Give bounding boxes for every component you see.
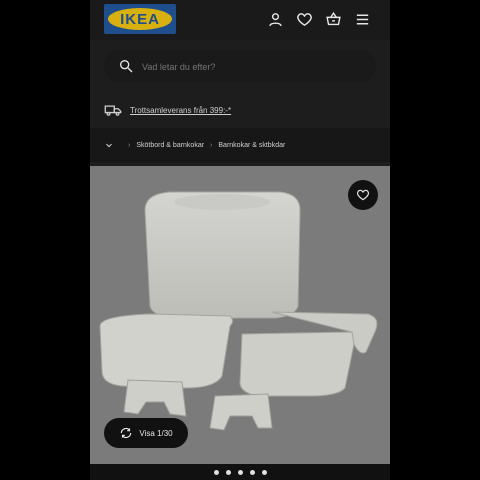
breadcrumb: › Skötbord & barnkokar › Barnkokar & skt… (90, 128, 390, 162)
carousel-dot[interactable] (213, 469, 219, 475)
breadcrumb-item-changing[interactable]: Skötbord & barnkokar (136, 142, 204, 149)
phone-viewport: IKEA Vad letar du efter? Trottsamleveran… (90, 0, 390, 480)
breadcrumb-item-storage[interactable]: Barnkokar & sktbkdar (218, 142, 285, 149)
breadcrumb-separator: › (128, 141, 131, 149)
search-bar[interactable] (104, 50, 376, 82)
search-input[interactable] (140, 58, 364, 76)
header-icons (266, 10, 372, 29)
chevron-down-icon[interactable] (104, 140, 114, 150)
truck-icon (104, 105, 122, 116)
rotate-icon (121, 427, 132, 439)
carousel-dot[interactable] (261, 469, 267, 475)
delivery-link[interactable]: Trottsamleverans från 399:-* (130, 106, 231, 115)
heart-icon[interactable] (295, 10, 314, 29)
logo-oval: IKEA (108, 8, 172, 30)
breadcrumb-separator: › (210, 141, 213, 149)
favorite-button[interactable] (348, 180, 378, 210)
carousel-dots (90, 464, 390, 480)
ikea-logo[interactable]: IKEA (104, 4, 176, 34)
view-gallery-button[interactable]: Visa 1/30 (104, 418, 188, 448)
heart-icon (356, 189, 370, 201)
carousel-dot[interactable] (225, 469, 231, 475)
search-icon (120, 60, 133, 73)
carousel-dot[interactable] (249, 469, 255, 475)
user-icon[interactable] (266, 10, 285, 29)
cart-icon[interactable] (324, 10, 343, 29)
logo-text: IKEA (120, 10, 160, 28)
view-label: Visa 1/30 (139, 428, 173, 438)
product-image[interactable]: Visa 1/30 (90, 166, 390, 464)
delivery-banner: Trottsamleverans från 399:-* (104, 100, 374, 120)
menu-icon[interactable] (353, 10, 372, 29)
carousel-dot[interactable] (237, 469, 243, 475)
top-header: IKEA (90, 0, 390, 40)
